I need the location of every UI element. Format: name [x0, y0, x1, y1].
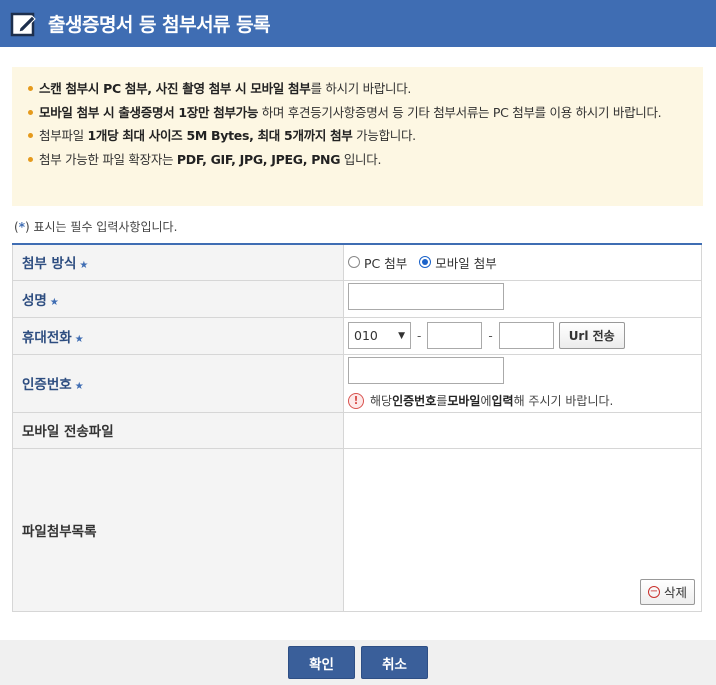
row-attach-method: 첨부 방식 ★ PC 첨부 모바일 첨부	[12, 243, 702, 281]
mobile-file-cell	[343, 411, 702, 449]
attachment-form: 첨부 방식 ★ PC 첨부 모바일 첨부 성명 ★ 휴대전화 ★ 010 ▼ - - U…	[12, 243, 702, 612]
edit-icon	[10, 10, 38, 38]
phone-label: 휴대전화 ★	[12, 316, 344, 355]
required-star: ★	[74, 381, 84, 392]
auth-cell: ! 해당 인증번호 를 모바일 에 입력 해 주시기 바랍니다.	[343, 353, 702, 413]
pc-attach-label[interactable]: PC 첨부	[364, 253, 407, 272]
notice-item: 첨부 가능한 파일 확장자는 PDF, GIF, JPG, JPEG, PNG …	[28, 148, 691, 172]
notice-box: 스캔 첨부시 PC 첨부, 사진 촬영 첨부 시 모바일 첨부를 하시기 바랍니…	[12, 67, 703, 206]
name-label: 성명 ★	[12, 279, 344, 318]
phone-last-input[interactable]	[498, 322, 554, 349]
dash: -	[417, 328, 422, 343]
chevron-down-icon: ▼	[398, 330, 405, 341]
phone-prefix-select[interactable]: 010 ▼	[348, 322, 411, 349]
row-mobile-file: 모바일 전송파일	[12, 411, 702, 449]
file-list-label: 파일첨부목록	[12, 447, 344, 612]
page-header: 출생증명서 등 첨부서류 등록	[0, 0, 716, 47]
delete-button[interactable]: − 삭제	[639, 578, 695, 605]
phone-middle-input[interactable]	[427, 322, 483, 349]
confirm-button[interactable]: 확인	[288, 646, 355, 679]
page-title: 출생증명서 등 첨부서류 등록	[48, 14, 271, 36]
exclamation-icon: !	[348, 392, 364, 409]
attach-method-label: 첨부 방식 ★	[12, 243, 344, 281]
notice-item: 모바일 첨부 시 출생증명서 1장만 첨부가능 하며 후견등기사항증명서 등 기…	[28, 101, 691, 125]
row-name: 성명 ★	[12, 279, 702, 318]
required-star: ★	[74, 333, 84, 345]
cancel-button[interactable]: 취소	[361, 646, 428, 679]
auth-warning: ! 해당 인증번호 를 모바일 에 입력 해 주시기 바랍니다.	[348, 392, 701, 409]
required-star: ★	[49, 296, 59, 308]
mobile-attach-label[interactable]: 모바일 첨부	[435, 253, 496, 272]
auth-code-input[interactable]	[348, 357, 504, 384]
name-input[interactable]	[348, 283, 504, 310]
phone-prefix-value: 010	[354, 328, 378, 343]
footer-bar: 확인 취소	[0, 640, 716, 685]
mobile-attach-radio[interactable]	[419, 256, 432, 269]
attach-method-cell: PC 첨부 모바일 첨부	[343, 243, 702, 281]
dash: -	[488, 328, 493, 343]
required-note: (*) 표시는 필수 입력사항입니다.	[14, 218, 177, 235]
auth-label: 인증번호 ★	[12, 353, 344, 413]
url-send-button[interactable]: Url 전송	[558, 322, 625, 349]
row-auth: 인증번호 ★ ! 해당 인증번호 를 모바일 에 입력 해 주시기 바랍니다.	[12, 353, 702, 413]
name-cell	[343, 279, 702, 318]
minus-circle-icon: −	[647, 585, 660, 598]
notice-list: 스캔 첨부시 PC 첨부, 사진 촬영 첨부 시 모바일 첨부를 하시기 바랍니…	[28, 77, 691, 171]
phone-cell: 010 ▼ - - Url 전송	[343, 316, 702, 355]
notice-item: 첨부파일 1개당 최대 사이즈 5M Bytes, 최대 5개까지 첨부 가능합…	[28, 124, 691, 148]
mobile-file-label: 모바일 전송파일	[12, 411, 344, 449]
row-file-list: 파일첨부목록 − 삭제	[12, 447, 702, 612]
delete-button-label: 삭제	[663, 585, 687, 600]
file-list-area[interactable]: − 삭제	[343, 447, 702, 612]
required-note-text: 표시는 필수 입력사항입니다.	[29, 220, 178, 234]
required-star: ★	[79, 260, 89, 272]
notice-item: 스캔 첨부시 PC 첨부, 사진 촬영 첨부 시 모바일 첨부를 하시기 바랍니…	[28, 77, 691, 101]
row-phone: 휴대전화 ★ 010 ▼ - - Url 전송	[12, 316, 702, 355]
pc-attach-radio[interactable]	[348, 256, 360, 269]
